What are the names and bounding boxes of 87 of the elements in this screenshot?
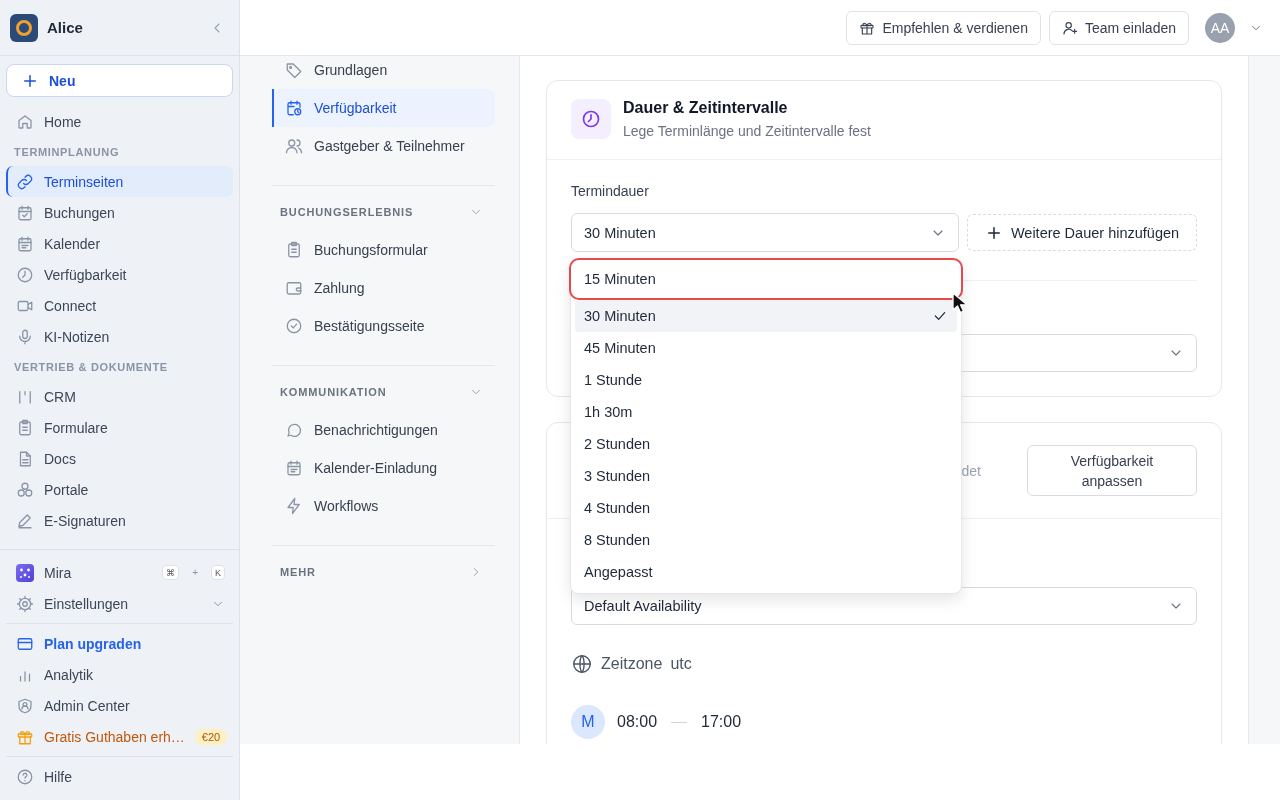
shield-user-icon xyxy=(16,696,34,715)
nav-item[interactable]: Grundlagen xyxy=(272,56,495,89)
clipboard-icon xyxy=(285,241,303,259)
microphone-icon xyxy=(16,327,34,346)
nav-item[interactable]: Zahlung xyxy=(272,269,495,307)
sidebar-item[interactable]: KI-Notizen xyxy=(6,321,233,352)
dropdown-option[interactable]: 45 Minuten xyxy=(575,332,957,364)
invite-button[interactable]: Team einladen xyxy=(1048,10,1189,45)
globe-icon xyxy=(571,653,593,675)
card-subtitle: det xyxy=(961,462,981,479)
dropdown-option[interactable]: 15 Minuten xyxy=(571,260,961,298)
sidebar-item[interactable]: Einstellungen xyxy=(6,588,233,619)
new-button[interactable]: Neu xyxy=(6,64,233,97)
sidebar-item[interactable]: Mira ⌘ + K xyxy=(6,557,233,588)
sidebar-item[interactable]: Kalender xyxy=(6,228,233,259)
sidebar-item[interactable]: Docs xyxy=(6,443,233,474)
sidebar-item[interactable]: Terminseiten xyxy=(6,166,233,197)
sidebar-item[interactable]: CRM xyxy=(6,381,233,412)
clipboard-icon xyxy=(16,418,34,437)
section-header[interactable]: MEHR xyxy=(272,557,495,587)
sidebar-item[interactable]: Formulare xyxy=(6,412,233,443)
start-time: 08:00 xyxy=(617,713,658,731)
sidebar-item[interactable]: Home xyxy=(6,106,233,137)
calendar-icon xyxy=(285,459,303,477)
app-logo-icon xyxy=(10,13,38,42)
lightning-icon xyxy=(285,497,303,515)
help-icon xyxy=(16,767,34,786)
add-duration-button[interactable]: Weitere Dauer hinzufügen xyxy=(967,214,1197,251)
duration-select[interactable]: 30 Minuten xyxy=(571,213,959,252)
tag-icon xyxy=(285,61,303,79)
dropdown-option[interactable]: 4 Stunden xyxy=(575,492,957,524)
adjust-availability-button[interactable]: Verfügbarkeit anpassen xyxy=(1027,445,1197,496)
sidebar-item[interactable]: Portale xyxy=(6,474,233,505)
calendar-check-icon xyxy=(16,203,34,222)
calendar-clock-icon xyxy=(285,99,303,117)
sidebar-item[interactable]: Admin Center xyxy=(6,690,233,721)
referral-button[interactable]: Empfehlen & verdienen xyxy=(846,10,1041,45)
timezone-label: Zeitzone xyxy=(601,655,663,673)
plus-sign: + xyxy=(192,567,198,578)
nav-item[interactable]: Bestätigungsseite xyxy=(272,307,495,345)
users-icon xyxy=(285,137,303,155)
end-time: 17:00 xyxy=(701,713,742,731)
section-header[interactable]: BUCHUNGSERLEBNIS xyxy=(272,197,495,227)
dropdown-option[interactable]: 1h 30m xyxy=(575,396,957,428)
day-badge: M xyxy=(571,705,605,739)
nav-item[interactable]: Benachrichtigungen xyxy=(272,411,495,449)
circles-icon xyxy=(16,480,34,499)
logo-icon xyxy=(16,563,34,582)
credit-badge: €20 xyxy=(194,728,228,745)
dropdown-option[interactable]: 1 Stunde xyxy=(575,364,957,396)
clock-icon xyxy=(16,265,34,284)
nav-item[interactable]: Buchungsformular xyxy=(272,231,495,269)
sidebar-item[interactable]: E-Signaturen xyxy=(6,505,233,536)
nav-item[interactable]: Gastgeber & Teilnehmer xyxy=(272,127,495,165)
sidebar-item[interactable]: Hilfe xyxy=(6,761,233,792)
wallet-icon xyxy=(285,279,303,297)
nav-item[interactable]: Workflows xyxy=(272,487,495,525)
dropdown-option[interactable]: 30 Minuten xyxy=(575,300,957,332)
dropdown-option[interactable]: 2 Stunden xyxy=(575,428,957,460)
sidebar-item[interactable]: Connect xyxy=(6,290,233,321)
section-heading: TERMINPLANUNG xyxy=(13,144,121,160)
chat-bubble-icon xyxy=(285,421,303,439)
sidebar-item[interactable]: Buchungen xyxy=(6,197,233,228)
dropdown-option[interactable]: 8 Stunden xyxy=(575,524,957,556)
field-label: Termindauer xyxy=(571,183,650,199)
upgrade-link[interactable]: Plan upgraden xyxy=(6,628,233,659)
sidebar-item[interactable]: Analytik xyxy=(6,659,233,690)
pen-icon xyxy=(16,511,34,530)
calendar-icon xyxy=(16,234,34,253)
key-cap: K xyxy=(211,565,225,580)
section-heading: VERTRIEB & DOKUMENTE xyxy=(13,359,169,375)
card-subtitle: Lege Terminlänge und Zeitintervalle fest xyxy=(623,123,871,139)
user-plus-icon xyxy=(1061,19,1078,36)
section-header[interactable]: KOMMUNIKATION xyxy=(272,377,495,407)
timezone-value: utc xyxy=(670,655,692,673)
dropdown-option[interactable]: Angepasst xyxy=(575,556,957,588)
sidebar-item[interactable]: Gratis Guthaben erh… €20 xyxy=(6,721,233,752)
dropdown-option[interactable]: 3 Stunden xyxy=(575,460,957,492)
key-cap: ⌘ xyxy=(162,565,180,580)
workspace-name: Alice xyxy=(47,19,84,36)
nav-item[interactable]: Verfügbarkeit xyxy=(272,89,495,127)
check-circle-icon xyxy=(285,317,303,335)
link-icon xyxy=(16,172,34,191)
sidebar-item[interactable]: Verfügbarkeit xyxy=(6,259,233,290)
card-title: Dauer & Zeitintervalle xyxy=(623,99,789,117)
nav-item[interactable]: Kalender-Einladung xyxy=(272,449,495,487)
settings-icon xyxy=(16,594,34,613)
